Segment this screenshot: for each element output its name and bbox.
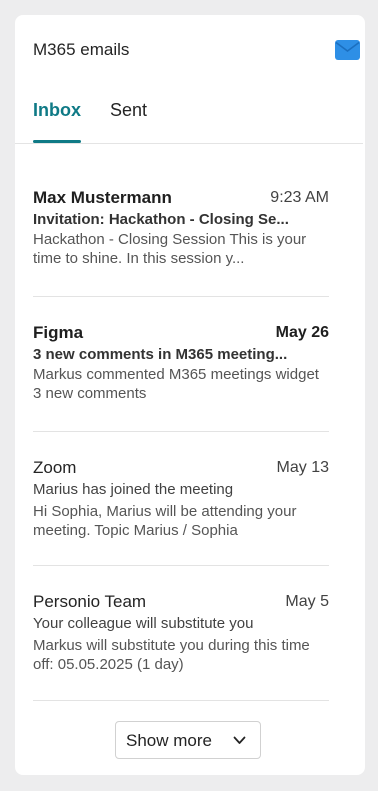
tab-inbox[interactable]: Inbox — [33, 97, 81, 123]
tab-divider — [15, 143, 363, 144]
email-date: May 5 — [285, 593, 329, 610]
widget-title: M365 emails — [33, 40, 130, 59]
email-sender: Zoom — [33, 458, 77, 477]
email-preview: Hi Sophia, Marius will be attending your… — [33, 503, 297, 539]
email-item[interactable]: Max Mustermann 9:23 AM Invitation: Hacka… — [33, 160, 329, 297]
widget-header: M365 emails — [33, 38, 362, 62]
email-sender: Max Mustermann — [33, 188, 172, 207]
email-subject: Your colleague will substitute you — [33, 615, 254, 632]
email-date: 9:23 AM — [270, 189, 329, 206]
email-subject: 3 new comments in M365 meeting... — [33, 346, 288, 363]
email-item[interactable]: Zoom May 13 Marius has joined the meetin… — [33, 432, 329, 566]
show-more-button[interactable]: Show more — [115, 721, 261, 759]
email-list: Max Mustermann 9:23 AM Invitation: Hacka… — [33, 160, 329, 701]
email-date: May 13 — [276, 459, 329, 476]
mail-icon[interactable] — [335, 40, 360, 60]
email-item[interactable]: Personio Team May 5 Your colleague will … — [33, 566, 329, 701]
tab-sent[interactable]: Sent — [110, 97, 147, 123]
show-more-label: Show more — [126, 731, 212, 750]
email-sender: Figma — [33, 323, 84, 342]
email-preview: Markus will substitute you during this t… — [33, 637, 310, 673]
email-subject: Marius has joined the meeting — [33, 481, 234, 498]
email-preview: Hackathon - Closing Session This is your… — [33, 231, 307, 267]
email-item[interactable]: Figma May 26 3 new comments in M365 meet… — [33, 297, 329, 432]
email-sender: Personio Team — [33, 592, 147, 611]
chevron-down-icon — [233, 736, 246, 744]
email-preview: Markus commented M365 meetings widget 3 … — [33, 366, 319, 402]
email-subject: Invitation: Hackathon - Closing Se... — [33, 211, 289, 228]
email-date: May 26 — [275, 324, 329, 341]
